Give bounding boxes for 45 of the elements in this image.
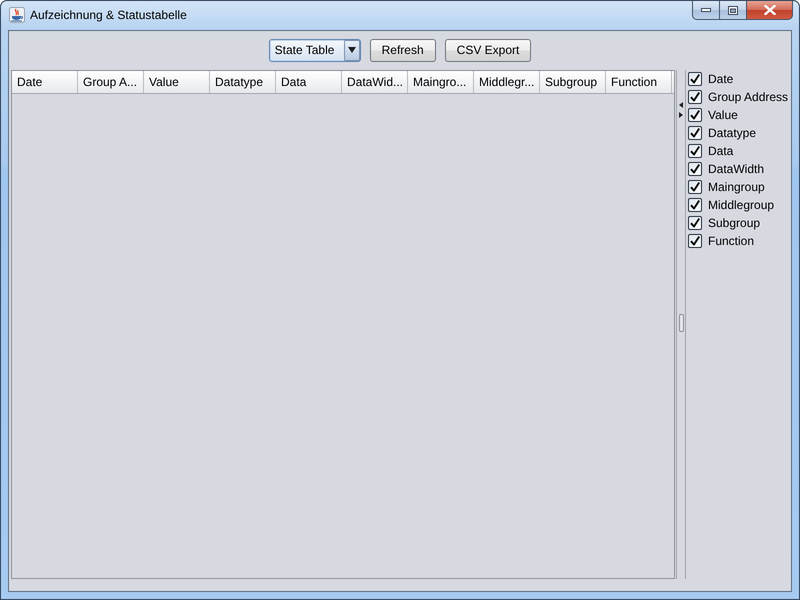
column-header[interactable]: Function — [606, 71, 672, 93]
column-toggle[interactable]: Datatype — [688, 124, 756, 142]
column-toggle[interactable]: Maingroup — [688, 178, 765, 196]
coffee-cup-icon — [9, 7, 25, 23]
column-toggle[interactable]: Middlegroup — [688, 196, 774, 214]
column-header[interactable]: Maingro... — [408, 71, 474, 93]
splitter-grip-icon[interactable] — [678, 314, 684, 332]
column-toggle[interactable]: Date — [688, 70, 734, 88]
view-dropdown[interactable]: State Table — [268, 38, 361, 62]
column-header[interactable]: Group A... — [78, 71, 144, 93]
column-header[interactable]: Date — [12, 71, 78, 93]
column-toggle[interactable]: DataWidth — [688, 160, 764, 178]
column-toggle[interactable]: Subgroup — [688, 214, 760, 232]
right-arrow-icon[interactable] — [679, 112, 683, 118]
checkbox[interactable] — [688, 216, 702, 230]
left-arrow-icon[interactable] — [679, 102, 683, 108]
minimize-icon — [701, 8, 711, 12]
checkbox[interactable] — [688, 108, 702, 122]
column-header[interactable]: Middlegr... — [474, 71, 540, 93]
close-button[interactable] — [747, 1, 793, 20]
column-toggle[interactable]: Group Address — [688, 88, 788, 106]
checkbox[interactable] — [688, 72, 702, 86]
column-header[interactable]: Datatype — [210, 71, 276, 93]
column-toggle[interactable]: Value — [688, 106, 738, 124]
column-header[interactable]: Value — [144, 71, 210, 93]
checkbox[interactable] — [688, 90, 702, 104]
maximize-icon — [728, 6, 738, 14]
column-header[interactable]: Data — [276, 71, 342, 93]
checkbox[interactable] — [688, 126, 702, 140]
checkbox[interactable] — [688, 198, 702, 212]
minimize-button[interactable] — [692, 1, 719, 20]
checkbox[interactable] — [688, 144, 702, 158]
window-title: Aufzeichnung & Statustabelle — [30, 7, 187, 24]
column-toggle[interactable]: Function — [688, 232, 754, 250]
checkbox[interactable] — [688, 162, 702, 176]
toolbar-button[interactable]: CSV Export — [444, 38, 532, 62]
toolbar-button[interactable]: Refresh — [370, 38, 436, 62]
close-icon — [764, 5, 776, 15]
column-header[interactable]: Subgroup — [540, 71, 606, 93]
checkbox[interactable] — [688, 180, 702, 194]
column-toggle[interactable]: Data — [688, 142, 734, 160]
maximize-button[interactable] — [719, 1, 747, 20]
column-header[interactable]: DataWid... — [342, 71, 408, 93]
caret-icon[interactable] — [344, 40, 360, 60]
checkbox[interactable] — [688, 234, 702, 248]
